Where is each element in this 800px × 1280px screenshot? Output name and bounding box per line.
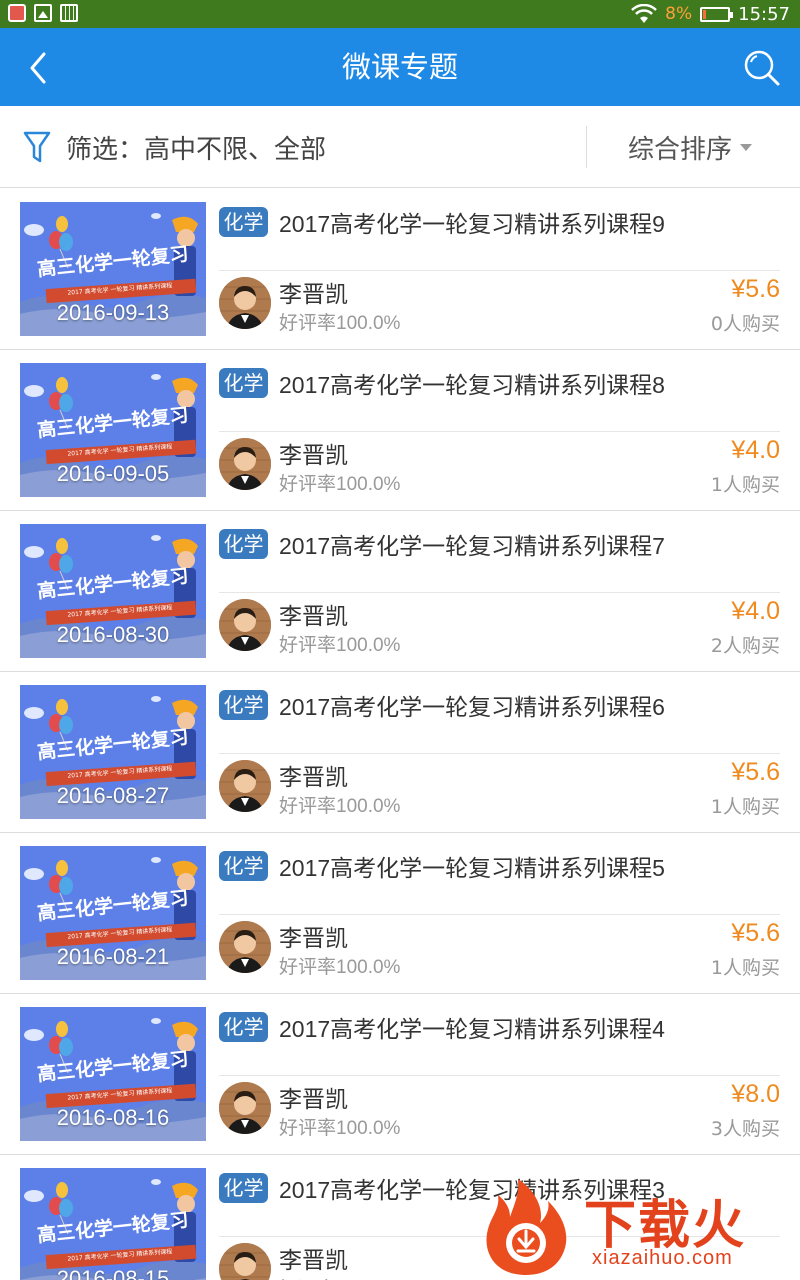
course-date: 2016-08-27 xyxy=(56,783,170,808)
search-icon xyxy=(744,50,780,86)
divider xyxy=(219,1075,780,1076)
search-button[interactable] xyxy=(740,46,784,90)
course-date: 2016-09-05 xyxy=(56,461,170,486)
teacher-rating: 好评率100.0% xyxy=(279,635,401,656)
course-thumbnail: 高三化学一轮复习 2017 高考化学 一轮复习 精讲系列课程 2016-08-2… xyxy=(20,685,206,819)
teacher-name: 李晋凯 xyxy=(279,443,348,469)
subject-tag: 化学 xyxy=(219,851,268,881)
subject-tag: 化学 xyxy=(219,207,268,237)
teacher-rating: 好评率100.0% xyxy=(279,957,401,978)
wifi-icon xyxy=(631,4,658,23)
buyer-count: 1人购买 xyxy=(710,796,780,818)
filter-button[interactable]: 筛选：高中不限、全部 xyxy=(22,106,326,188)
teacher-rating: 好评率100.0% xyxy=(279,1118,401,1139)
teacher-name: 李晋凯 xyxy=(279,1087,348,1113)
subject-tag: 化学 xyxy=(219,690,268,720)
sort-label: 综合排序 xyxy=(628,134,733,165)
course-title: 2017高考化学一轮复习精讲系列课程5 xyxy=(279,855,665,881)
course-title: 2017高考化学一轮复习精讲系列课程9 xyxy=(279,211,665,237)
filter-funnel-icon xyxy=(23,131,51,163)
teacher-avatar xyxy=(219,1082,271,1134)
teacher-rating: 好评率100.0% xyxy=(279,313,401,334)
divider xyxy=(219,270,780,271)
teacher-name: 李晋凯 xyxy=(279,926,348,952)
sort-dropdown[interactable]: 综合排序 xyxy=(628,106,753,188)
notification-icons xyxy=(8,4,78,22)
course-date: 2016-08-16 xyxy=(56,1105,170,1130)
course-price: ¥4.0 xyxy=(731,436,780,464)
teacher-avatar xyxy=(219,438,271,490)
teacher-avatar xyxy=(219,277,271,329)
teacher-name: 李晋凯 xyxy=(279,1248,348,1274)
app-notification-icon xyxy=(8,4,26,22)
teacher-name: 李晋凯 xyxy=(279,765,348,791)
app-header: 微课专题 xyxy=(0,28,800,106)
teacher-rating: 好评率100.0% xyxy=(279,1274,400,1280)
course-list: 高三化学一轮复习 2017 高考化学 一轮复习 精讲系列课程 2016-09-1… xyxy=(0,189,800,1280)
course-item[interactable]: 高三化学一轮复习 2017 高考化学 一轮复习 精讲系列课程 2016-08-1… xyxy=(0,994,800,1155)
course-thumbnail: 高三化学一轮复习 2017 高考化学 一轮复习 精讲系列课程 2016-09-1… xyxy=(20,202,206,336)
divider xyxy=(219,592,780,593)
teacher-rating: 好评率100.0% xyxy=(279,796,401,817)
course-price: ¥8.0 xyxy=(731,1080,780,1108)
course-item[interactable]: 高三化学一轮复习 2017 高考化学 一轮复习 精讲系列课程 2016-08-2… xyxy=(0,833,800,994)
course-date: 2016-09-13 xyxy=(56,300,170,325)
clock: 15:57 xyxy=(738,3,790,25)
watermark-logo: 下载火 xiazaihuo.com xyxy=(474,1175,800,1280)
course-date: 2016-08-21 xyxy=(56,944,170,969)
buyer-count: 1人购买 xyxy=(710,474,780,496)
course-title: 2017高考化学一轮复习精讲系列课程8 xyxy=(279,372,665,398)
filter-label: 筛选：高中不限、全部 xyxy=(66,134,327,165)
course-item[interactable]: 高三化学一轮复习 2017 高考化学 一轮复习 精讲系列课程 2016-08-2… xyxy=(0,672,800,833)
keyboard-notification-icon xyxy=(60,4,78,22)
thumbnail-art: 高三化学一轮复习 2017 高考化学 一轮复习 精讲系列课程 xyxy=(20,1168,206,1280)
teacher-avatar xyxy=(219,1243,271,1280)
course-item[interactable]: 高三化学一轮复习 2017 高考化学 一轮复习 精讲系列课程 2016-09-0… xyxy=(0,350,800,511)
course-item[interactable]: 高三化学一轮复习 2017 高考化学 一轮复习 精讲系列课程 2016-08-3… xyxy=(0,511,800,672)
buyer-count: 3人购买 xyxy=(710,1118,780,1140)
page-title: 微课专题 xyxy=(341,50,458,84)
status-bar: 8% 15:57 xyxy=(0,0,800,28)
divider xyxy=(586,126,587,168)
course-title: 2017高考化学一轮复习精讲系列课程6 xyxy=(279,694,665,720)
watermark-url: xiazaihuo.com xyxy=(592,1247,733,1269)
course-price: ¥4.0 xyxy=(731,597,780,625)
caret-down-icon xyxy=(740,143,753,151)
image-notification-icon xyxy=(34,4,52,22)
teacher-name: 李晋凯 xyxy=(279,282,348,308)
subject-tag: 化学 xyxy=(219,368,268,398)
buyer-count: 0人购买 xyxy=(710,313,780,335)
course-item[interactable]: 高三化学一轮复习 2017 高考化学 一轮复习 精讲系列课程 2016-09-1… xyxy=(0,189,800,350)
teacher-rating: 好评率100.0% xyxy=(279,474,401,495)
course-thumbnail: 高三化学一轮复习 2017 高考化学 一轮复习 精讲系列课程 2016-08-1… xyxy=(20,1007,206,1141)
course-thumbnail: 高三化学一轮复习 2017 高考化学 一轮复习 精讲系列课程 2016-08-2… xyxy=(20,846,206,980)
teacher-avatar xyxy=(219,599,271,651)
subject-tag: 化学 xyxy=(219,1173,268,1203)
battery-percent: 8% xyxy=(665,4,693,24)
course-price: ¥5.6 xyxy=(731,275,780,303)
course-thumbnail: 高三化学一轮复习 2017 高考化学 一轮复习 精讲系列课程 2016-08-1… xyxy=(20,1168,206,1280)
filter-bar: 筛选：高中不限、全部 综合排序 xyxy=(0,106,800,188)
course-date: 2016-08-15 xyxy=(56,1266,170,1280)
course-price: ¥5.6 xyxy=(731,919,780,947)
teacher-avatar xyxy=(219,921,271,973)
flame-logo-icon xyxy=(486,1179,567,1275)
divider xyxy=(219,914,780,915)
teacher-avatar xyxy=(219,760,271,812)
subject-tag: 化学 xyxy=(219,1012,268,1042)
divider xyxy=(219,431,780,432)
course-title: 2017高考化学一轮复习精讲系列课程7 xyxy=(279,533,665,559)
battery-icon xyxy=(700,6,734,22)
subject-tag: 化学 xyxy=(219,529,268,559)
divider xyxy=(219,753,780,754)
teacher-name: 李晋凯 xyxy=(279,604,348,630)
course-date: 2016-08-30 xyxy=(56,622,170,647)
course-price: ¥5.6 xyxy=(731,758,780,786)
course-title: 2017高考化学一轮复习精讲系列课程4 xyxy=(279,1016,665,1042)
buyer-count: 1人购买 xyxy=(710,957,780,979)
course-thumbnail: 高三化学一轮复习 2017 高考化学 一轮复习 精讲系列课程 2016-09-0… xyxy=(20,363,206,497)
buyer-count: 2人购买 xyxy=(710,635,780,657)
course-thumbnail: 高三化学一轮复习 2017 高考化学 一轮复习 精讲系列课程 2016-08-3… xyxy=(20,524,206,658)
